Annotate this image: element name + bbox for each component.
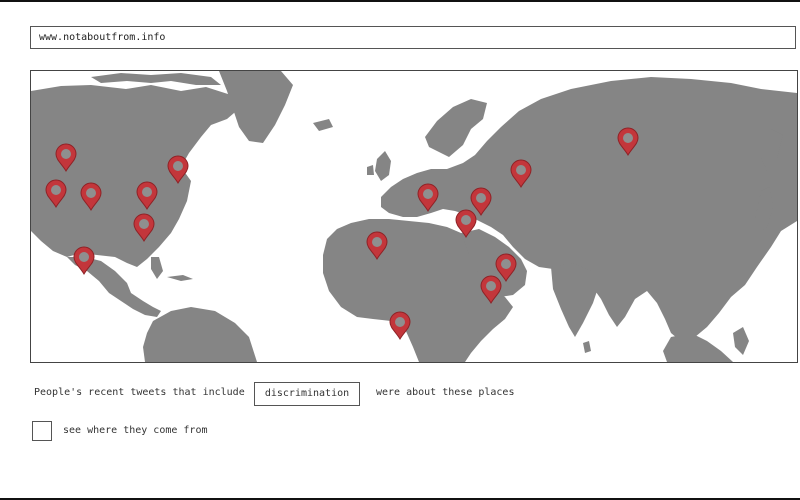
see-origin-checkbox[interactable]: [32, 421, 52, 441]
keyword-input[interactable]: discrimination: [254, 382, 360, 406]
see-origin-label: see where they come from: [63, 425, 208, 436]
url-text: www.notaboutfrom.info: [39, 32, 166, 43]
world-map: [30, 70, 798, 363]
url-bar[interactable]: www.notaboutfrom.info: [30, 26, 796, 49]
top-border: [0, 0, 800, 2]
query-prefix-text: People's recent tweets that include: [34, 387, 245, 398]
world-map-canvas: [31, 71, 797, 362]
query-suffix-text: were about these places: [376, 387, 515, 398]
map-marker-icon[interactable]: [389, 311, 411, 341]
